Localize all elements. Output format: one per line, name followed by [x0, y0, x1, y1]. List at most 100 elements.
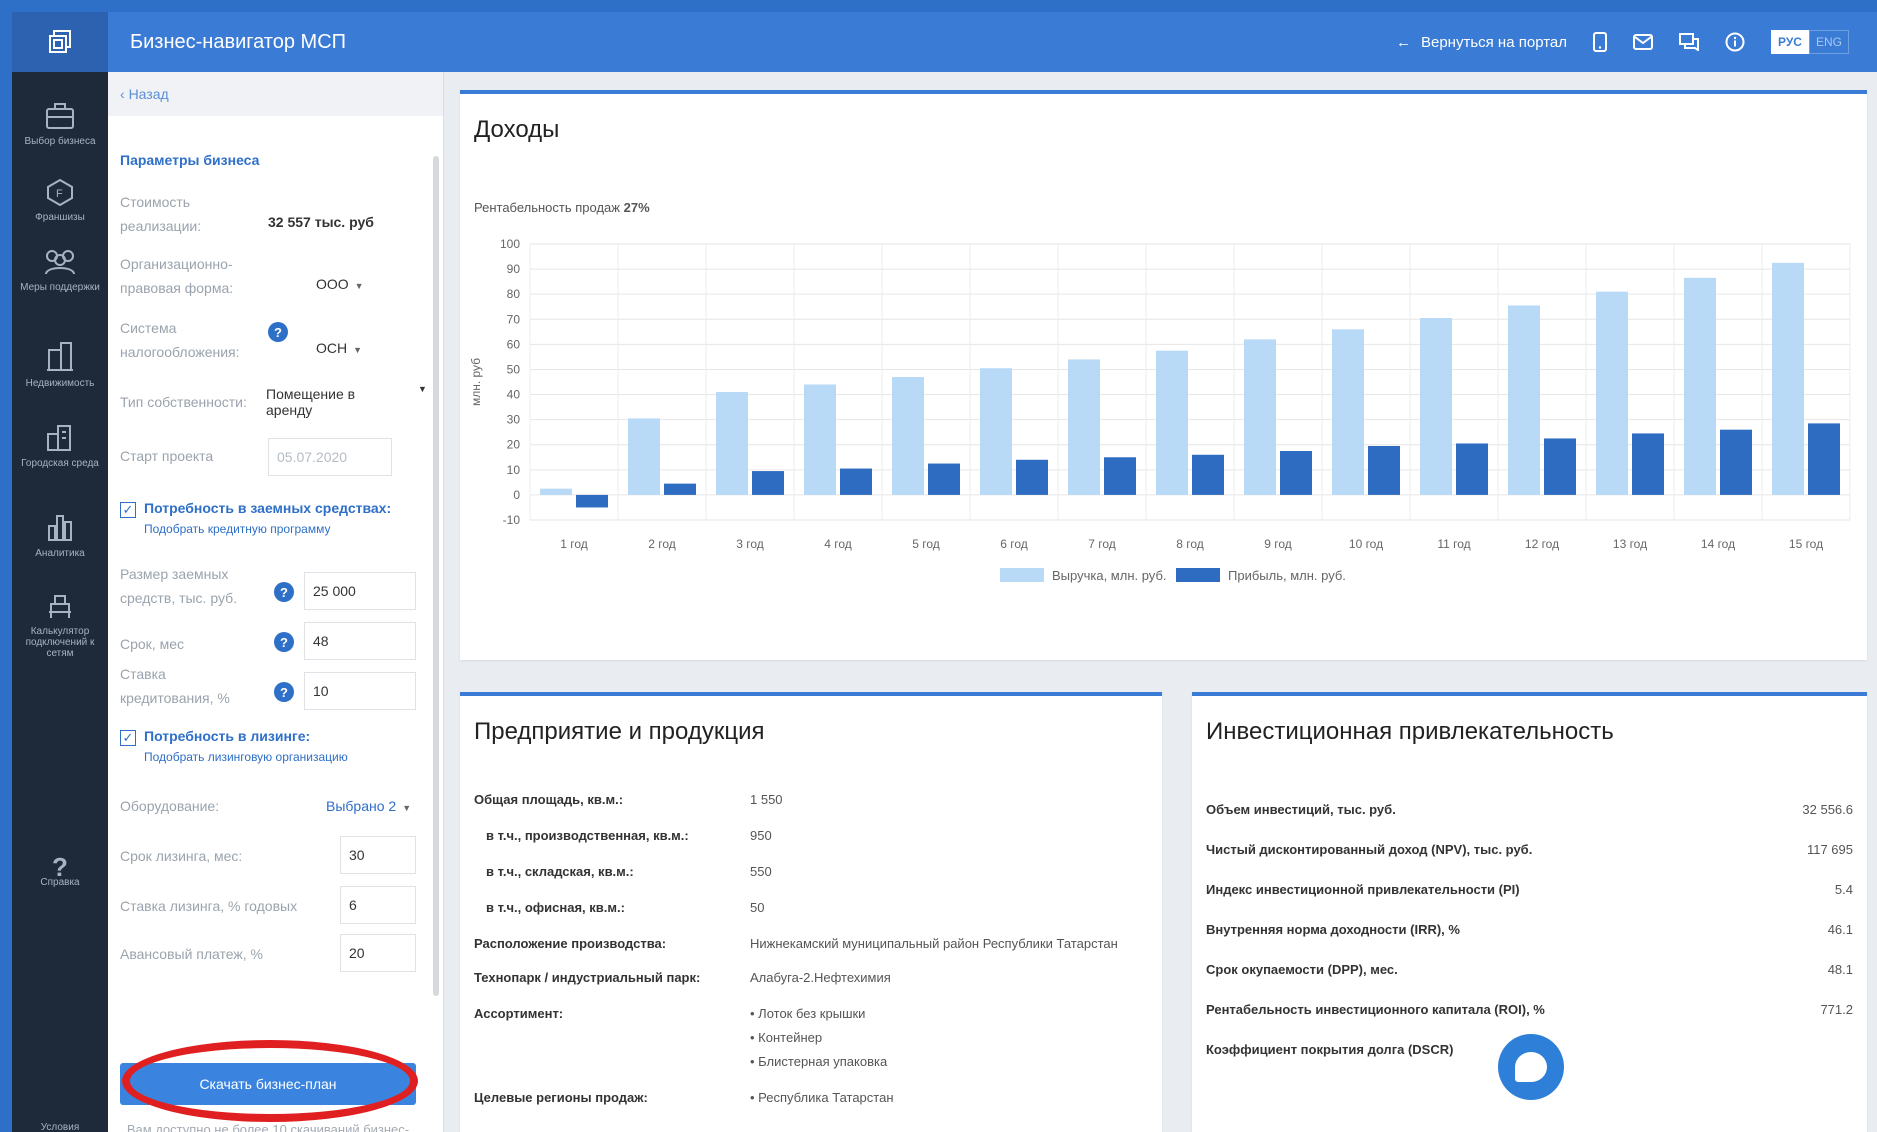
bar-profit [576, 494, 608, 508]
app-logo[interactable] [12, 12, 108, 72]
nav-item-business-choice[interactable]: Выбор бизнеса [12, 102, 108, 147]
location-value: Нижнекамский муниципальный район Республ… [750, 936, 1118, 951]
tax-help-icon[interactable]: ? [268, 322, 288, 342]
caret-down-icon: ▼ [402, 803, 412, 813]
nav-item-terms[interactable]: Условия использования [12, 1122, 108, 1132]
chat-icon[interactable] [1679, 33, 1699, 51]
nav-label: Меры поддержки [20, 282, 100, 293]
y-tick-label: 30 [507, 413, 521, 427]
loan-size-help-icon[interactable]: ? [274, 582, 294, 602]
x-tick-label: 5 год [912, 537, 940, 551]
bar-profit [1808, 423, 1840, 495]
download-business-plan-button[interactable]: Скачать бизнес-план [120, 1063, 416, 1105]
y-tick-label: 90 [507, 262, 521, 276]
caret-down-icon: ▼ [354, 281, 364, 291]
leasing-checkbox[interactable]: ✓ [120, 730, 136, 746]
loan-checkbox[interactable]: ✓ [120, 502, 136, 518]
calculator-icon [49, 595, 71, 618]
nav-item-analytics[interactable]: Аналитика [12, 512, 108, 559]
mail-icon[interactable] [1633, 34, 1653, 50]
leasing-term-field[interactable]: 30 [340, 836, 416, 874]
bar-revenue [804, 384, 836, 495]
nav-label: Городская среда [21, 458, 99, 469]
loan-program-link[interactable]: Подобрать кредитную программу [144, 522, 391, 536]
x-tick-label: 15 год [1789, 537, 1823, 551]
nav-item-realty[interactable]: Недвижимость [12, 340, 108, 389]
nav-item-franchises[interactable]: F Франшизы [12, 178, 108, 223]
loan-rate-field[interactable]: 10 [304, 672, 416, 710]
x-tick-label: 13 год [1613, 537, 1647, 551]
language-switcher: РУС ENG [1771, 30, 1849, 54]
left-nav: Выбор бизнеса F Франшизы Меры поддержки … [12, 72, 108, 1132]
enterprise-title: Предприятие и продукция [474, 718, 765, 745]
leasing-term-label: Срок лизинга, мес: [120, 848, 243, 864]
chat-widget-button[interactable] [1498, 1034, 1564, 1100]
nav-item-calculator[interactable]: Калькулятор подключений к сетям [12, 592, 108, 659]
loan-size-field[interactable]: 25 000 [304, 572, 416, 610]
tax-value: ОСН [316, 340, 348, 356]
bar-revenue [892, 376, 924, 495]
profitability-value: 27% [623, 200, 650, 215]
irr-value: 46.1 [1827, 922, 1853, 937]
leasing-rate-field[interactable]: 6 [340, 886, 416, 924]
enterprise-card: Предприятие и продукция Общая площадь, к… [460, 692, 1162, 1132]
x-tick-label: 2 год [648, 537, 676, 551]
legend-swatch [1176, 568, 1220, 582]
back-to-portal-link[interactable]: ← Вернуться на портал [1396, 34, 1567, 51]
tax-select[interactable]: ОСН ▼ [316, 340, 362, 356]
app-frame: Бизнес-навигатор МСП ← Вернуться на порт… [12, 12, 1877, 1132]
params-scrollbar[interactable] [433, 156, 439, 996]
legal-form-select[interactable]: ООО ▼ [316, 276, 364, 292]
loan-rate-help-icon[interactable]: ? [274, 682, 294, 702]
area-label: Общая площадь, кв.м.: [474, 792, 624, 807]
bar-revenue [980, 368, 1012, 495]
loan-checkbox-row[interactable]: ✓ Потребность в заемных средствах: Подоб… [120, 500, 391, 536]
roi-value: 771.2 [1820, 1002, 1853, 1017]
assortment-item: Контейнер [750, 1030, 822, 1045]
bar-profit [1280, 451, 1312, 495]
bar-profit [1104, 457, 1136, 495]
loan-term-help-icon[interactable]: ? [274, 632, 294, 652]
bar-profit [1456, 443, 1488, 495]
npv-label: Чистый дисконтированный доход (NPV), тыс… [1206, 842, 1533, 857]
equipment-label: Оборудование: [120, 798, 220, 814]
lang-ru-button[interactable]: РУС [1771, 30, 1809, 54]
bar-profit [928, 463, 960, 495]
roi-label: Рентабельность инвестиционного капитала … [1206, 1002, 1545, 1017]
bar-revenue [1244, 339, 1276, 495]
nav-item-city[interactable]: Городская среда [12, 422, 108, 469]
investment-title: Инвестиционная привлекательность [1206, 718, 1614, 745]
phone-icon[interactable] [1593, 32, 1607, 52]
loan-term-field[interactable]: 48 [304, 622, 416, 660]
caret-down-icon: ▼ [418, 384, 427, 394]
profitability-label: Рентабельность продаж [474, 200, 620, 215]
top-bar: Бизнес-навигатор МСП ← Вернуться на порт… [12, 12, 1877, 72]
back-link[interactable]: ‹ Назад [108, 72, 443, 116]
bar-revenue [1684, 277, 1716, 495]
bar-profit [1544, 438, 1576, 495]
advance-field[interactable]: 20 [340, 934, 416, 972]
y-tick-label: 100 [500, 237, 520, 251]
location-label: Расположение производства: [474, 936, 667, 951]
lang-en-button[interactable]: ENG [1808, 30, 1849, 54]
start-date-field[interactable]: 05.07.2020 [268, 438, 392, 476]
download-note: Вам доступно не более 10 скачиваний бизн… [126, 1122, 410, 1132]
ownership-select[interactable]: Помещение в аренду [266, 386, 386, 418]
leasing-checkbox-row[interactable]: ✓ Потребность в лизинге: Подобрать лизин… [120, 728, 348, 764]
x-tick-label: 11 год [1437, 537, 1470, 551]
nav-item-help[interactable]: ? Справка [12, 854, 108, 888]
bar-revenue [1508, 305, 1540, 495]
info-icon[interactable] [1725, 32, 1745, 52]
legend-swatch [1000, 568, 1044, 582]
nav-item-support[interactable]: Меры поддержки [12, 248, 108, 293]
tax-label: Система налогообложения: [120, 320, 240, 360]
analytics-icon [48, 515, 72, 541]
dpp-label: Срок окупаемости (DPP), мес. [1206, 962, 1398, 977]
bar-revenue [716, 392, 748, 495]
x-tick-label: 7 год [1088, 537, 1116, 551]
leasing-rate-label: Ставка лизинга, % годовых [120, 898, 298, 914]
equipment-select[interactable]: Выбрано 2 ▼ [326, 798, 411, 814]
y-tick-label: 10 [507, 463, 521, 477]
leasing-org-link[interactable]: Подобрать лизинговую организацию [144, 750, 348, 764]
back-label: Назад [128, 86, 169, 102]
